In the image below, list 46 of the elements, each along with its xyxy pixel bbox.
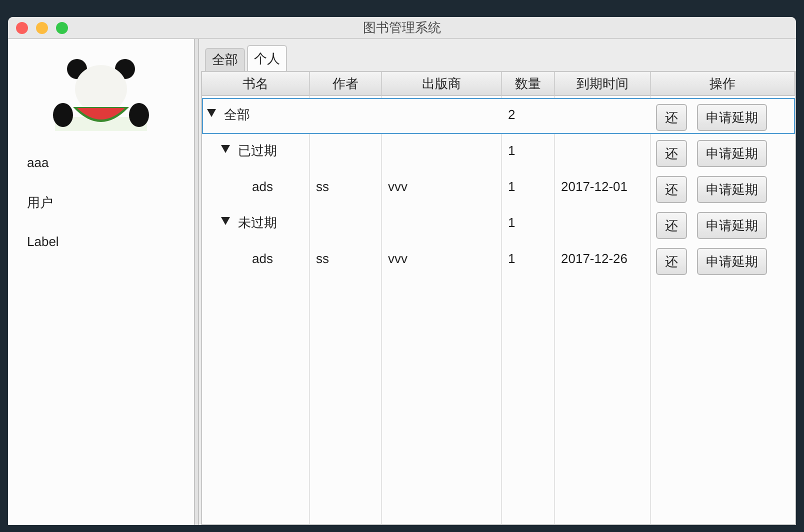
action-button[interactable]: 还 xyxy=(656,176,687,202)
table-cell-text: 1 xyxy=(508,178,516,196)
tree-row[interactable]: ads ss vvv 1 2017-12-01 还 申请延期 xyxy=(202,170,795,206)
column-header[interactable]: 到期时间 xyxy=(555,72,651,95)
sidebar-label: 用户 xyxy=(27,194,53,212)
table-cell-text: ads xyxy=(252,250,273,268)
table-cell-text: 全部 xyxy=(224,106,250,124)
action-button[interactable]: 申请延期 xyxy=(697,248,767,274)
sidebar-label: aaa xyxy=(27,154,49,172)
table-cell-text: ss xyxy=(316,178,329,196)
action-button[interactable]: 还 xyxy=(656,104,687,130)
table-cell-text: 已过期 xyxy=(238,142,277,160)
column-header[interactable]: 数量 xyxy=(502,72,555,95)
table-cell-text: vvv xyxy=(388,178,408,196)
table-cell-text: 1 xyxy=(508,250,516,268)
action-button[interactable]: 申请延期 xyxy=(697,104,767,130)
disclosure-triangle-icon[interactable] xyxy=(221,217,230,225)
action-button[interactable]: 还 xyxy=(656,140,687,166)
table-cell-text: ads xyxy=(252,178,273,196)
action-button[interactable]: 申请延期 xyxy=(697,212,767,238)
table-cell-text: ss xyxy=(316,250,329,268)
table-cell-text: 1 xyxy=(508,214,516,232)
table-cell-text: 未过期 xyxy=(238,214,277,232)
disclosure-triangle-icon[interactable] xyxy=(207,109,216,117)
table-cell-text: 1 xyxy=(508,142,516,160)
table-cell-text: vvv xyxy=(388,250,408,268)
column-header[interactable]: 操作 xyxy=(651,72,795,95)
column-header[interactable]: 出版商 xyxy=(382,72,502,95)
table-cell-text: 2 xyxy=(508,106,516,124)
table-cell-text: 2017-12-26 xyxy=(561,250,628,268)
sidebar-label: Label xyxy=(27,233,59,251)
tree-row[interactable]: 已过期 1 还 申请延期 xyxy=(202,134,795,170)
tree-row[interactable]: 全部 2 还 申请延期 xyxy=(202,98,795,134)
action-button[interactable]: 申请延期 xyxy=(697,176,767,202)
window-title: 图书管理系统 xyxy=(363,18,441,37)
column-header[interactable]: 作者 xyxy=(310,72,382,95)
tab[interactable]: 个人 xyxy=(247,45,287,71)
tree-row[interactable]: 未过期 1 还 申请延期 xyxy=(202,206,795,242)
table-cell-text: 2017-12-01 xyxy=(561,178,628,196)
disclosure-triangle-icon[interactable] xyxy=(221,145,230,153)
action-button[interactable]: 申请延期 xyxy=(697,140,767,166)
column-header[interactable]: 书名 xyxy=(202,72,310,95)
action-button[interactable]: 还 xyxy=(656,212,687,238)
action-button[interactable]: 还 xyxy=(656,248,687,274)
tree-row[interactable]: ads ss vvv 1 2017-12-26 还 申请延期 xyxy=(202,242,795,278)
tab[interactable]: 全部 xyxy=(205,48,245,71)
